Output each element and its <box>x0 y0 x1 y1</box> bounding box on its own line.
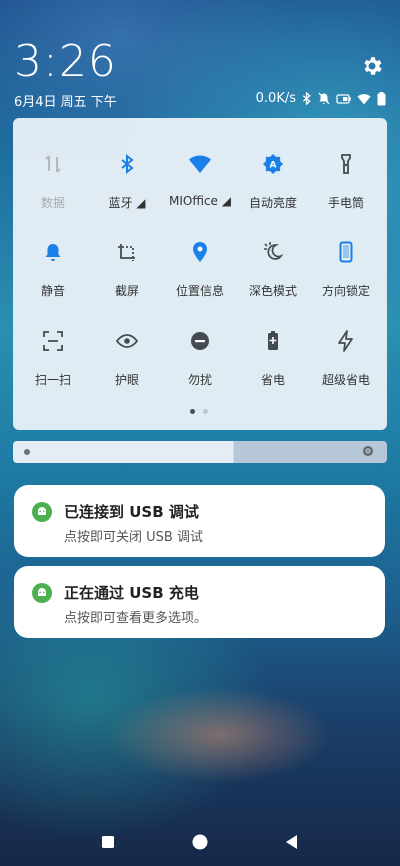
tile-label: 勿扰 <box>187 373 212 387</box>
battery-icon <box>377 91 386 105</box>
home-button[interactable] <box>192 834 208 850</box>
network-speed: 0.0K/s <box>255 91 296 106</box>
tile-label: 扫一扫 <box>34 373 71 387</box>
brightness-high-icon <box>363 446 373 456</box>
tile-scan[interactable]: 扫一扫 <box>16 329 90 388</box>
scan-icon <box>43 331 63 351</box>
screenshot-icon <box>118 244 135 261</box>
notification-body: 点按即可关闭 USB 调试 <box>64 530 203 545</box>
wifi-icon <box>189 155 211 173</box>
tile-eye-care[interactable]: 护眼 <box>90 329 164 388</box>
clock: 3:26 <box>14 36 117 87</box>
mute-icon <box>318 92 330 105</box>
settings-gear-icon[interactable] <box>360 54 384 78</box>
recents-button[interactable] <box>102 836 114 848</box>
bluetooth-icon <box>302 92 311 105</box>
tile-screenshot[interactable]: 截屏 <box>90 240 164 299</box>
back-button[interactable] <box>286 835 297 849</box>
battery-saver-icon <box>336 93 351 104</box>
bell-icon <box>45 244 61 261</box>
tile-label: 截屏 <box>114 284 139 298</box>
tile-dnd[interactable]: 勿扰 <box>163 329 237 388</box>
tile-label: 静音 <box>40 284 65 298</box>
quick-settings-panel: 数据 蓝牙 ◢ MIOffice ◢ A 自动亮度 手电筒 静音 截屏 位置信息… <box>13 118 387 430</box>
navigation-bar <box>102 834 297 850</box>
rotation-lock-icon <box>339 241 353 263</box>
dark-mode-icon <box>264 242 284 260</box>
dnd-icon <box>191 332 209 350</box>
tile-label: MIOffice ◢ <box>169 194 231 208</box>
tile-label: 自动亮度 <box>248 196 297 210</box>
notification-usb-debugging[interactable]: 已连接到 USB 调试 点按即可关闭 USB 调试 <box>14 485 385 557</box>
tile-mobile-data[interactable]: 数据 <box>16 152 90 211</box>
tile-location[interactable]: 位置信息 <box>163 240 237 299</box>
tile-bluetooth[interactable]: 蓝牙 ◢ <box>90 152 164 211</box>
flashlight-icon <box>341 154 351 174</box>
brightness-low-icon <box>24 449 30 455</box>
tile-label: 手电筒 <box>327 196 364 210</box>
page-indicator <box>190 409 208 414</box>
notification-body: 点按即可查看更多选项。 <box>64 611 208 626</box>
tile-label: 蓝牙 ◢ <box>108 196 146 210</box>
tile-ultra-saver[interactable]: 超级省电 <box>309 329 383 388</box>
tile-flashlight[interactable]: 手电筒 <box>309 152 383 211</box>
brightness-slider[interactable] <box>13 441 387 463</box>
date: 6月4日 周五 下午 <box>14 95 117 110</box>
eye-icon <box>115 334 139 348</box>
notification-title: 已连接到 USB 调试 <box>64 503 199 521</box>
page-dot[interactable] <box>190 409 195 414</box>
tile-dark-mode[interactable]: 深色模式 <box>236 240 310 299</box>
auto-brightness-icon: A <box>263 154 283 174</box>
tile-label: 位置信息 <box>175 284 224 298</box>
tile-label: 超级省电 <box>321 373 370 387</box>
status-icons: 0.0K/s <box>256 91 386 106</box>
tile-label: 省电 <box>260 373 285 387</box>
location-icon <box>193 242 207 262</box>
tile-mute[interactable]: 静音 <box>16 240 90 299</box>
tile-label: 深色模式 <box>248 284 297 298</box>
mobile-data-icon <box>45 155 61 173</box>
svg-text:A: A <box>270 161 277 171</box>
tile-label: 方向锁定 <box>321 284 370 298</box>
battery-saver-icon <box>268 331 278 350</box>
tile-auto-brightness[interactable]: A 自动亮度 <box>236 152 310 211</box>
tile-wifi[interactable]: MIOffice ◢ <box>163 152 237 208</box>
notification-usb-charging[interactable]: 正在通过 USB 充电 点按即可查看更多选项。 <box>14 566 385 638</box>
bluetooth-icon <box>121 153 134 175</box>
tile-label: 数据 <box>40 196 65 210</box>
notification-title: 正在通过 USB 充电 <box>64 584 199 602</box>
wifi-icon <box>357 93 371 104</box>
tile-rotation-lock[interactable]: 方向锁定 <box>309 240 383 299</box>
page-dot[interactable] <box>203 409 208 414</box>
tile-label: 护眼 <box>114 373 139 387</box>
android-icon <box>32 502 52 522</box>
ultra-saver-icon <box>338 330 353 352</box>
android-icon <box>32 583 52 603</box>
tile-battery-saver[interactable]: 省电 <box>236 329 310 388</box>
